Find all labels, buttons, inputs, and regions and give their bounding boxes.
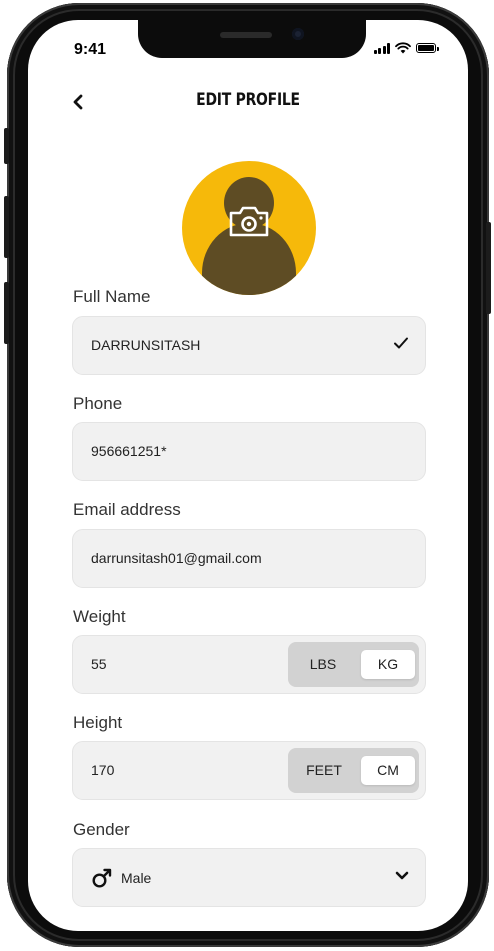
height-unit-cm[interactable]: CM — [361, 756, 415, 785]
app-screen: 9:41 EDIT PROFILE Full Name DARRUNSITASH — [28, 20, 468, 931]
height-value: 170 — [91, 762, 115, 778]
phone-value: 956661251* — [91, 443, 167, 459]
height-unit-toggle: FEET CM — [288, 748, 419, 793]
full-name-field[interactable]: DARRUNSITASH — [72, 316, 426, 375]
weight-unit-lbs[interactable]: LBS — [300, 650, 346, 679]
gender-select[interactable]: Male — [72, 848, 426, 907]
weight-label: Weight — [73, 607, 126, 626]
height-unit-feet[interactable]: FEET — [294, 756, 354, 785]
email-label: Email address — [73, 500, 181, 519]
page-title: EDIT PROFILE — [196, 90, 300, 110]
email-field[interactable]: darrunsitash01@gmail.com — [72, 529, 426, 588]
battery-icon — [416, 43, 439, 53]
chevron-down-icon — [395, 871, 409, 880]
email-value: darrunsitash01@gmail.com — [91, 550, 262, 566]
phone-label: Phone — [73, 394, 123, 413]
volume-down-button — [4, 282, 9, 344]
mute-switch — [4, 128, 9, 164]
weight-unit-toggle: LBS KG — [288, 642, 419, 687]
front-camera — [292, 28, 304, 40]
notch — [138, 20, 366, 58]
weight-value: 55 — [91, 656, 107, 672]
speaker — [220, 32, 272, 38]
power-button — [486, 222, 491, 314]
gender-label: Gender — [73, 820, 130, 839]
male-icon — [92, 868, 112, 888]
full-name-value: DARRUNSITASH — [91, 337, 201, 353]
weight-field[interactable]: 55 LBS KG — [72, 635, 426, 694]
height-field[interactable]: 170 FEET CM — [72, 741, 426, 800]
full-name-label: Full Name — [73, 287, 151, 306]
status-icons — [373, 42, 439, 54]
signal-icon — [373, 42, 390, 54]
volume-up-button — [4, 196, 9, 258]
phone-field[interactable]: 956661251* — [72, 422, 426, 481]
checkmark-icon — [394, 337, 408, 349]
height-label: Height — [73, 713, 123, 732]
gender-value: Male — [121, 870, 152, 886]
status-time: 9:41 — [74, 41, 107, 58]
wifi-icon — [395, 42, 411, 54]
profile-photo-button[interactable] — [182, 161, 316, 295]
weight-unit-kg[interactable]: KG — [361, 650, 415, 679]
camera-icon — [229, 206, 269, 237]
